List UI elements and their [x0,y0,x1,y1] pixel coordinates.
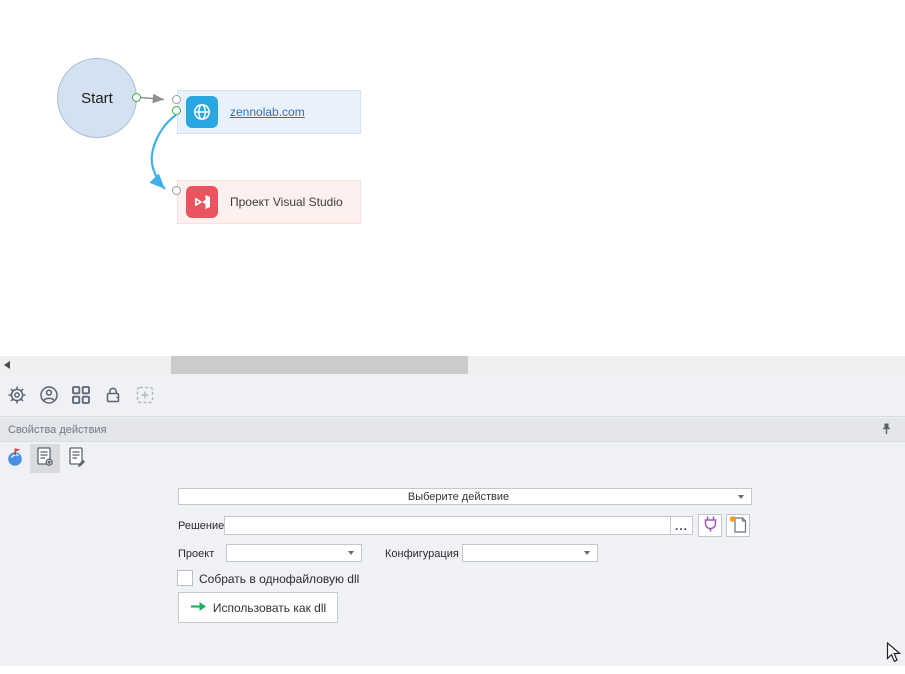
panel-tabs [0,443,905,474]
configuration-label: Конфигурация [385,548,459,560]
bottom-strip [0,666,905,674]
apps-grid-icon[interactable] [70,385,92,407]
chevron-down-icon [348,551,354,555]
single-file-dll-checkbox[interactable] [177,570,193,586]
green-arrow-icon [190,601,207,615]
tab-action-settings[interactable] [30,444,60,473]
mouse-cursor-icon [886,642,901,668]
project-label: Проект [178,548,214,560]
lock-icon[interactable] [102,385,124,407]
web-node-link[interactable]: zennolab.com [230,105,305,119]
zennoposter-window: Start zennolab.com Проект Visual [0,0,905,674]
document-gear-icon [35,446,55,471]
panel-header: Свойства действия [0,418,905,442]
vs-node-label: Проект Visual Studio [230,195,343,209]
use-as-dll-label: Использовать как dll [213,601,326,615]
properties-panel: Свойства действия [0,374,905,666]
tab-general[interactable] [0,444,30,473]
edge-web-to-vs[interactable] [152,115,176,189]
solution-input[interactable] [224,516,672,535]
new-file-button[interactable] [726,514,750,537]
new-file-icon [729,515,748,537]
scrollbar-thumb[interactable] [171,356,468,374]
vs-node-input-port[interactable] [172,186,181,195]
document-pencil-icon [67,446,87,471]
flow-connectors [0,0,905,356]
use-as-dll-button[interactable]: Использовать как dll [178,592,338,623]
globe-icon [186,96,218,128]
solution-label: Решение [178,520,224,532]
horizontal-scrollbar[interactable] [0,356,905,374]
edge-start-to-web[interactable] [141,98,164,100]
globe-flag-icon [6,447,24,470]
action-select-dropdown[interactable]: Выберите действие [178,488,752,505]
visual-studio-node[interactable]: Проект Visual Studio [177,180,361,224]
tab-notes[interactable] [62,444,92,473]
project-dropdown[interactable] [226,544,362,562]
settings-gear-icon[interactable] [6,385,28,407]
ellipsis-icon: ... [675,522,688,530]
plug-button[interactable] [698,514,722,537]
configuration-dropdown[interactable] [462,544,598,562]
visual-studio-icon [186,186,218,218]
web-node-output-port[interactable] [172,106,181,115]
single-file-dll-label: Собрать в однофайловую dll [199,572,359,586]
scrollbar-left-arrow[interactable] [4,361,10,369]
action-select-value: Выберите действие [179,491,738,503]
web-browser-node[interactable]: zennolab.com [177,90,361,134]
user-account-icon[interactable] [38,385,60,407]
plug-icon [702,515,719,536]
web-node-input-port[interactable] [172,95,181,104]
chevron-down-icon [738,495,744,499]
panel-icon-toolbar [0,374,905,417]
start-node[interactable]: Start [57,58,137,138]
panel-title: Свойства действия [8,424,107,436]
chevron-down-icon [584,551,590,555]
start-output-port[interactable] [132,93,141,102]
add-placeholder-icon[interactable] [134,385,156,407]
browse-button[interactable]: ... [670,516,693,535]
pin-icon[interactable] [880,422,893,439]
flow-canvas[interactable]: Start zennolab.com Проект Visual [0,0,905,356]
start-node-label: Start [81,90,113,107]
